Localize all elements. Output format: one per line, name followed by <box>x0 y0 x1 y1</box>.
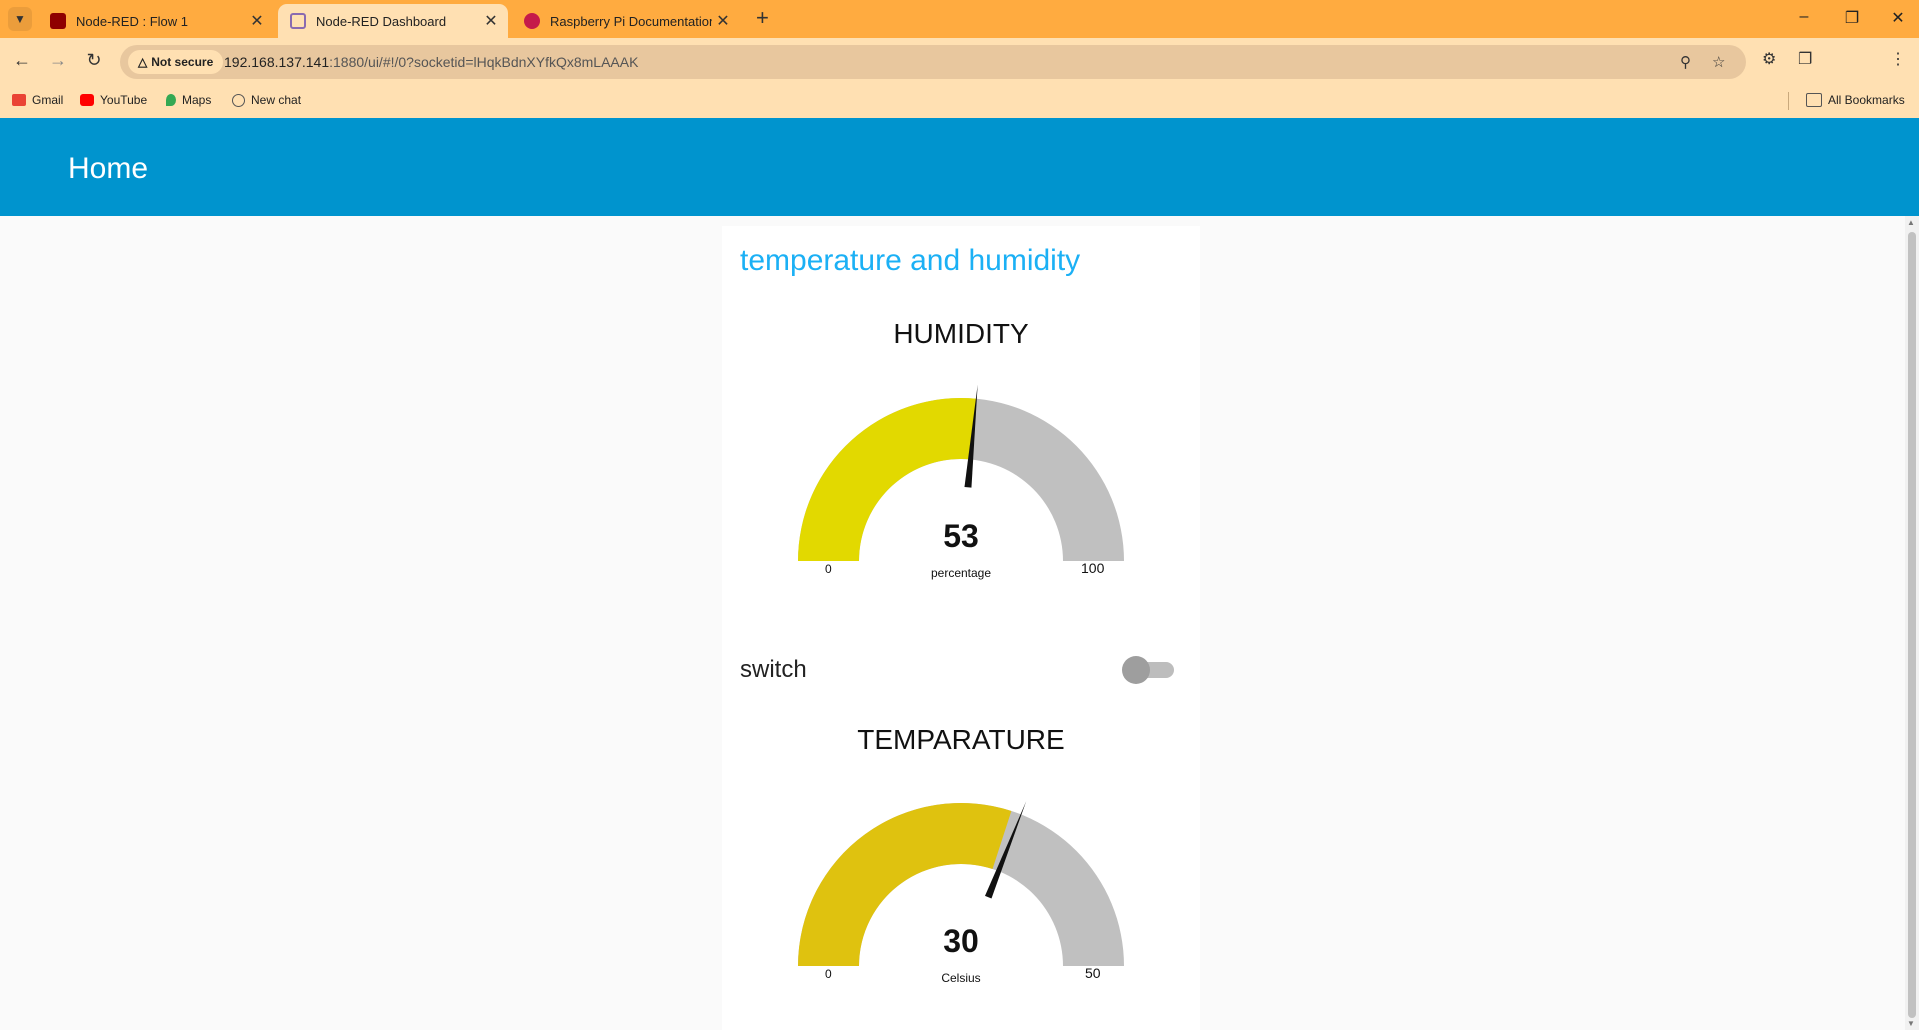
url-rest: :1880/ui/#!/0?socketid=lHqkBdnXYfkQx8mLA… <box>329 54 639 70</box>
humidity-min: 0 <box>825 562 832 576</box>
humidity-value: 53 <box>943 518 979 554</box>
humidity-max: 100 <box>1081 560 1105 576</box>
url-text[interactable]: 192.168.137.141:1880/ui/#!/0?socketid=lH… <box>224 54 638 70</box>
zoom-icon[interactable]: ⚲ <box>1680 53 1691 71</box>
tab-raspberry-pi-docs[interactable]: Raspberry Pi Documentation - I ✕ <box>512 4 740 38</box>
bookmarks-separator <box>1788 92 1789 110</box>
all-bookmarks-label: All Bookmarks <box>1828 93 1905 107</box>
temperature-gauge-title: TEMPARATURE <box>857 724 1065 755</box>
forward-icon[interactable]: → <box>46 50 70 71</box>
scroll-up-icon[interactable]: ▲ <box>1907 218 1915 227</box>
bookmarks-bar: Gmail YouTube Maps New chat All Bookmark… <box>0 84 1919 118</box>
menu-icon[interactable]: ⋮ <box>1890 49 1906 69</box>
scrollbar-thumb[interactable] <box>1908 232 1916 1018</box>
chat-icon <box>232 93 245 107</box>
tab-search-icon[interactable]: ▼ <box>8 7 32 31</box>
temperature-max: 50 <box>1085 965 1101 981</box>
node-red-icon <box>50 13 66 29</box>
raspberry-pi-icon <box>524 13 540 29</box>
youtube-icon <box>80 94 94 106</box>
security-label: Not secure <box>151 55 214 69</box>
tab-node-red-dashboard[interactable]: Node-RED Dashboard ✕ <box>278 4 508 38</box>
temperature-unit: Celsius <box>941 971 981 985</box>
warning-icon: △ <box>138 55 148 69</box>
scroll-down-icon[interactable]: ▼ <box>1907 1019 1915 1028</box>
tab-title: Node-RED Dashboard <box>316 13 447 29</box>
extensions-icon[interactable]: ❐ <box>1798 49 1812 69</box>
star-icon[interactable]: ☆ <box>1712 53 1725 71</box>
url-host: 192.168.137.141 <box>224 54 330 70</box>
switch-label: switch <box>740 656 807 683</box>
bookmark-label: Maps <box>182 93 212 107</box>
close-window-icon[interactable]: ✕ <box>1878 8 1918 28</box>
address-bar[interactable]: △ Not secure 192.168.137.141:1880/ui/#!/… <box>120 45 1746 79</box>
gmail-icon <box>12 94 26 106</box>
bookmark-new-chat[interactable]: New chat <box>232 93 301 107</box>
switch-toggle[interactable] <box>1122 654 1178 684</box>
tab-node-red-flow[interactable]: Node-RED : Flow 1 ✕ <box>38 4 274 38</box>
dashboard-header: Home <box>0 118 1919 216</box>
bookmark-maps[interactable]: Maps <box>166 93 211 107</box>
close-icon[interactable]: ✕ <box>480 11 502 31</box>
all-bookmarks[interactable]: All Bookmarks <box>1806 93 1905 107</box>
close-icon[interactable]: ✕ <box>246 11 268 31</box>
maps-icon <box>166 94 176 106</box>
folder-icon <box>1806 93 1822 107</box>
security-chip[interactable]: △ Not secure <box>128 50 224 74</box>
minimize-icon[interactable]: – <box>1784 8 1824 26</box>
temperature-min: 0 <box>825 967 832 981</box>
reload-icon[interactable]: ↻ <box>82 50 106 71</box>
page-title: Home <box>68 152 149 185</box>
bookmark-label: YouTube <box>100 93 148 107</box>
group-card: temperature and humidity HUMIDITY 53 per… <box>722 226 1200 1030</box>
bookmark-youtube[interactable]: YouTube <box>80 93 147 107</box>
humidity-gauge-title: HUMIDITY <box>893 318 1029 349</box>
switch-thumb[interactable] <box>1122 656 1150 684</box>
page-scrollbar[interactable]: ▲ ▼ <box>1905 216 1919 1030</box>
extension-puzzle-icon[interactable]: ⚙ <box>1762 49 1776 69</box>
group-title: temperature and humidity <box>740 244 1081 277</box>
node-red-icon <box>290 13 306 29</box>
new-tab-icon[interactable]: + <box>756 7 769 29</box>
bookmark-label: Gmail <box>32 93 64 107</box>
bookmark-label: New chat <box>251 93 302 107</box>
back-icon[interactable]: ← <box>10 50 34 71</box>
restore-icon[interactable]: ❐ <box>1832 8 1872 28</box>
humidity-unit: percentage <box>930 566 992 580</box>
tab-title: Node-RED : Flow 1 <box>76 13 188 29</box>
temperature-value: 30 <box>943 923 979 959</box>
close-icon[interactable]: ✕ <box>712 11 734 31</box>
bookmark-gmail[interactable]: Gmail <box>12 93 63 107</box>
tab-strip: ▼ Node-RED : Flow 1 ✕ Node-RED Dashboard… <box>0 0 1919 38</box>
tab-title: Raspberry Pi Documentation - I <box>550 13 712 29</box>
browser-toolbar: ← → ↻ △ Not secure 192.168.137.141:1880/… <box>0 38 1919 108</box>
